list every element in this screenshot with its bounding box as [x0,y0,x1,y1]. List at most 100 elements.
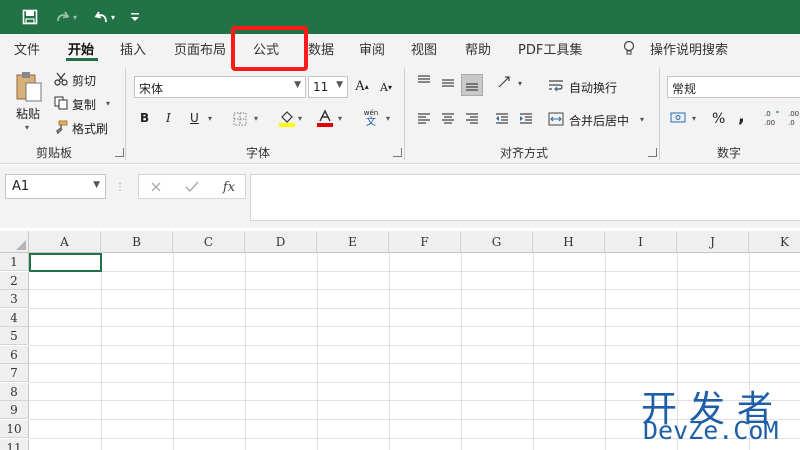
decrease-indent-icon[interactable] [494,112,510,126]
tab-home[interactable]: 开始 [68,39,94,58]
column-header-k[interactable]: K [749,231,800,253]
increase-decimal-icon[interactable]: .0.00 [764,108,782,128]
wrap-text-icon[interactable] [548,78,564,94]
column-header-i[interactable]: I [605,231,677,253]
gridline-vertical [101,253,102,450]
active-cell[interactable] [29,253,102,272]
merge-center-icon[interactable] [548,111,564,127]
phonetic-guide-dropdown-icon[interactable]: ▾ [386,114,390,123]
phonetic-guide-icon[interactable]: wén 文 [362,108,380,128]
font-name-select[interactable]: 宋体 ▼ [134,76,306,98]
copy-icon[interactable] [53,95,69,111]
column-header-c[interactable]: C [173,231,245,253]
number-format-select[interactable]: 常规 [667,76,800,98]
align-left-icon[interactable] [416,112,432,126]
font-color-dropdown-icon[interactable]: ▾ [338,114,342,123]
font-size-select[interactable]: 11 ▼ [308,76,348,98]
percent-style-button[interactable]: % [712,111,725,127]
insert-function-button[interactable]: fx [219,178,239,196]
column-header-e[interactable]: E [317,231,389,253]
increase-indent-icon[interactable] [518,112,534,126]
decrease-decimal-icon[interactable]: .00.0 [788,108,800,128]
customize-qat-icon[interactable] [128,6,142,28]
underline-button[interactable]: U [190,111,199,125]
gridline-vertical [605,253,606,450]
tell-me-search[interactable]: 操作说明搜索 [650,39,728,58]
fill-color-icon[interactable] [278,109,296,127]
format-painter-button[interactable]: 格式刷 [72,120,108,137]
tab-help[interactable]: 帮助 [465,39,491,58]
gridline-horizontal [29,363,800,365]
svg-text:.0: .0 [764,110,771,118]
tab-view[interactable]: 视图 [411,39,437,58]
font-launcher-icon[interactable] [393,148,402,157]
paste-icon[interactable] [14,70,44,104]
alignment-launcher-icon[interactable] [648,148,657,157]
row-header-11[interactable]: 11 [0,438,29,450]
paste-dropdown-icon[interactable]: ▾ [25,123,29,132]
align-center-icon[interactable] [440,112,456,126]
column-header-h[interactable]: H [533,231,605,253]
tab-data[interactable]: 数据 [308,39,334,58]
tab-review[interactable]: 审阅 [359,39,385,58]
font-color-icon[interactable] [316,109,334,127]
undo-icon[interactable]: ▾ [88,6,120,28]
increase-font-size-icon[interactable]: A ▴ [354,78,370,94]
align-middle-icon[interactable] [440,76,456,90]
accounting-format-icon[interactable] [670,109,688,127]
tab-file[interactable]: 文件 [14,39,40,58]
row-header-9[interactable]: 9 [0,401,29,420]
cut-button[interactable]: 剪切 [72,72,96,89]
orientation-dropdown-icon[interactable]: ▾ [518,79,522,88]
row-header-8[interactable]: 8 [0,382,29,401]
clipboard-launcher-icon[interactable] [115,148,124,157]
accounting-dropdown-icon[interactable]: ▾ [692,114,696,123]
italic-button[interactable]: I [166,111,171,125]
column-header-f[interactable]: F [389,231,461,253]
tab-insert[interactable]: 插入 [120,39,146,58]
redo-icon[interactable]: ▾ [50,6,82,28]
row-header-7[interactable]: 7 [0,364,29,383]
comma-style-button[interactable]: , [738,106,745,127]
column-header-d[interactable]: D [245,231,317,253]
align-right-icon[interactable] [464,112,480,126]
column-header-b[interactable]: B [101,231,173,253]
fill-color-dropdown-icon[interactable]: ▾ [298,114,302,123]
tab-pdf-tools[interactable]: PDF工具集 [518,39,582,58]
row-header-4[interactable]: 4 [0,308,29,327]
font-size-value: 11 [313,80,329,94]
tab-page-layout[interactable]: 页面布局 [174,39,226,58]
enter-icon[interactable] [184,179,200,195]
copy-button[interactable]: 复制 [72,96,96,113]
row-header-1[interactable]: 1 [0,253,29,271]
column-header-a[interactable]: A [29,231,101,253]
underline-dropdown-icon[interactable]: ▾ [208,114,212,123]
formula-input[interactable] [250,174,800,221]
format-painter-icon[interactable] [53,119,69,135]
select-all-button[interactable] [0,231,29,253]
merge-center-button[interactable]: 合并后居中 [569,112,629,129]
borders-icon[interactable] [232,111,248,127]
row-header-5[interactable]: 5 [0,327,29,346]
number-group-label: 数字 [717,146,742,160]
bold-button[interactable]: B [140,111,149,125]
cut-icon[interactable] [53,71,69,87]
name-box[interactable]: A1 ▼ [5,174,106,199]
row-header-6[interactable]: 6 [0,345,29,364]
merge-dropdown-icon[interactable]: ▾ [640,115,644,124]
copy-dropdown-icon[interactable]: ▾ [106,99,110,108]
align-top-icon[interactable] [416,74,432,88]
row-header-2[interactable]: 2 [0,271,29,290]
save-icon[interactable] [20,6,40,28]
row-header-3[interactable]: 3 [0,290,29,309]
cancel-icon[interactable] [148,179,164,195]
column-header-j[interactable]: J [677,231,749,253]
orientation-icon[interactable] [496,74,516,90]
paste-button[interactable]: 粘贴 [16,105,40,122]
wrap-text-button[interactable]: 自动换行 [569,79,617,96]
decrease-font-size-icon[interactable]: A ▾ [378,79,394,95]
column-header-g[interactable]: G [461,231,533,253]
borders-dropdown-icon[interactable]: ▾ [254,114,258,123]
row-header-10[interactable]: 10 [0,419,29,438]
more-options-icon[interactable]: ⋮ [115,180,125,194]
